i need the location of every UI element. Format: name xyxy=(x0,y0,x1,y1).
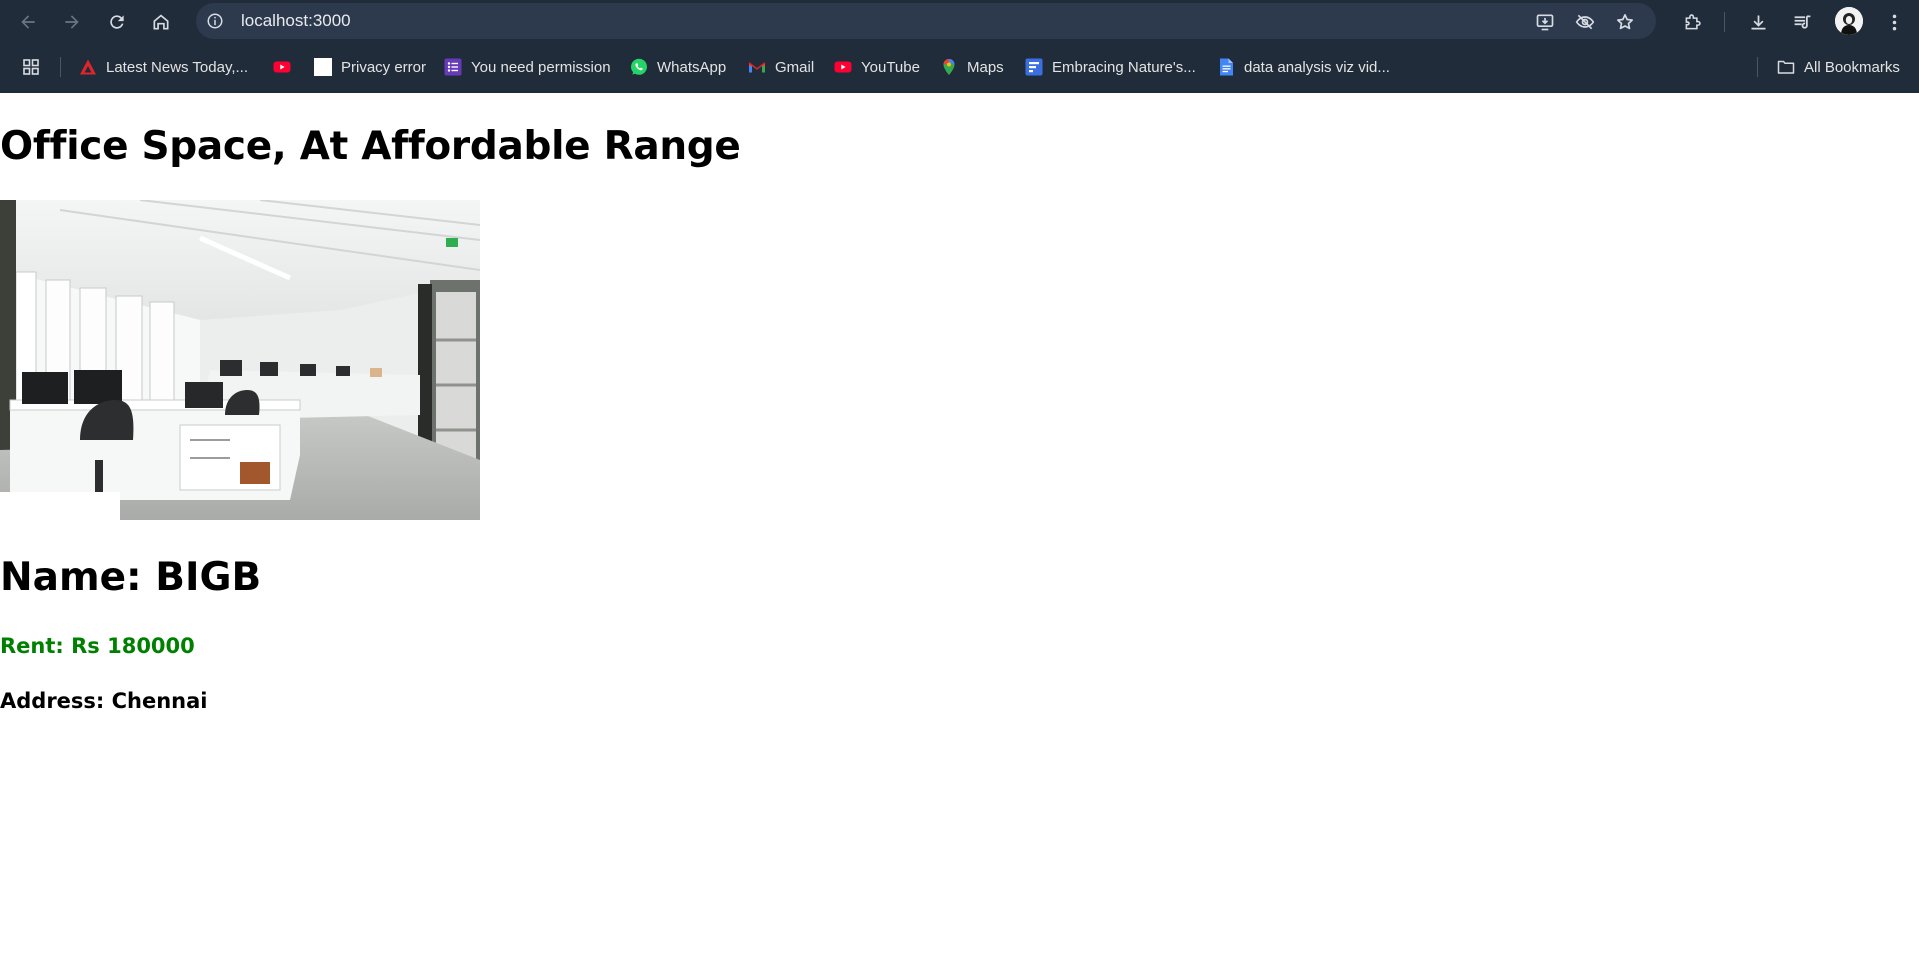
bookmark-label: data analysis viz vid... xyxy=(1244,58,1390,76)
bookmark-label: Maps xyxy=(967,58,1004,76)
bookmark-item[interactable]: Embracing Nature's... xyxy=(1025,54,1196,80)
forward-button[interactable] xyxy=(57,7,87,37)
bookmarks-divider xyxy=(1757,57,1758,77)
all-bookmarks-label: All Bookmarks xyxy=(1804,58,1900,76)
forms-icon xyxy=(444,58,462,76)
bookmark-item[interactable]: Latest News Today,... xyxy=(79,54,248,80)
whatsapp-icon xyxy=(630,58,648,76)
install-app-button[interactable] xyxy=(1532,9,1558,35)
extensions-button[interactable] xyxy=(1677,7,1707,37)
bookmark-item[interactable]: YouTube xyxy=(834,54,920,80)
folder-icon xyxy=(1777,58,1795,76)
browser-toolbar: localhost:3000 xyxy=(0,0,1919,43)
download-icon xyxy=(1751,15,1765,29)
gmail-icon xyxy=(748,58,766,76)
toolbar-divider xyxy=(1724,12,1725,32)
apps-grid-icon xyxy=(22,58,40,76)
install-icon xyxy=(1536,14,1554,31)
reload-button[interactable] xyxy=(102,7,132,37)
tracking-protection-button[interactable] xyxy=(1572,9,1598,35)
bookmark-label: Embracing Nature's... xyxy=(1052,58,1196,76)
bookmarks-divider xyxy=(60,57,61,77)
home-icon xyxy=(153,14,169,30)
bookmark-label: Latest News Today,... xyxy=(106,58,249,76)
browser-chrome: localhost:3000 Latest News Today,... Pri… xyxy=(0,0,1919,93)
bookmark-label: WhatsApp xyxy=(657,58,727,76)
bookmark-label: Gmail xyxy=(775,58,815,76)
site-info-button[interactable] xyxy=(202,8,228,34)
news-logo-icon xyxy=(79,58,97,76)
youtube-icon xyxy=(834,58,852,76)
bookmark-label: Privacy error xyxy=(341,58,427,76)
profile-avatar[interactable] xyxy=(1835,7,1863,35)
more-vertical-icon xyxy=(1892,14,1896,30)
page-title: Office Space, At Affordable Range xyxy=(0,124,741,169)
bookmark-item[interactable]: Gmail xyxy=(748,54,814,80)
back-button[interactable] xyxy=(13,7,43,37)
bookmark-label: YouTube xyxy=(861,58,920,76)
blank-page-icon xyxy=(314,58,332,76)
bookmarks-bar: Latest News Today,... Privacy error You … xyxy=(0,50,1919,84)
all-bookmarks-button[interactable]: All Bookmarks xyxy=(1777,54,1900,80)
home-button[interactable] xyxy=(146,7,176,37)
star-icon xyxy=(1617,14,1633,30)
downloads-button[interactable] xyxy=(1743,7,1773,37)
bookmark-star-button[interactable] xyxy=(1612,9,1638,35)
info-icon xyxy=(207,13,223,29)
bookmark-item[interactable]: Maps xyxy=(940,54,1004,80)
office-address: Address: Chennai xyxy=(0,689,208,713)
bookmark-label: You need permission xyxy=(471,58,611,76)
bookmark-item[interactable]: Privacy error xyxy=(314,54,426,80)
docs-icon xyxy=(1217,58,1235,76)
queue-music-icon xyxy=(1794,15,1810,29)
bookmark-item[interactable] xyxy=(273,54,300,80)
eye-off-icon xyxy=(1575,14,1595,30)
profile-avatar-icon xyxy=(1835,7,1863,35)
browser-menu-button[interactable] xyxy=(1879,7,1909,37)
url-text[interactable]: localhost:3000 xyxy=(241,11,351,31)
reload-icon xyxy=(110,15,124,29)
maps-icon xyxy=(940,58,958,76)
office-rent: Rent: Rs 180000 xyxy=(0,634,195,658)
address-bar[interactable]: localhost:3000 xyxy=(196,3,1656,39)
forms-blue-icon xyxy=(1025,58,1043,76)
arrow-right-icon xyxy=(65,15,79,29)
bookmark-item[interactable]: You need permission xyxy=(444,54,611,80)
arrow-left-icon xyxy=(21,15,35,29)
apps-button[interactable] xyxy=(22,54,49,80)
office-name: Name: BIGB xyxy=(0,555,262,600)
puzzle-icon xyxy=(1685,13,1701,29)
office-image xyxy=(0,200,480,520)
bookmark-item[interactable]: data analysis viz vid... xyxy=(1217,54,1390,80)
bookmark-item[interactable]: WhatsApp xyxy=(630,54,726,80)
office-photo-illustration xyxy=(0,200,480,520)
youtube-icon xyxy=(273,58,291,76)
page-content: Office Space, At Affordable Range Name: … xyxy=(0,93,1919,962)
reading-list-button[interactable] xyxy=(1787,7,1817,37)
